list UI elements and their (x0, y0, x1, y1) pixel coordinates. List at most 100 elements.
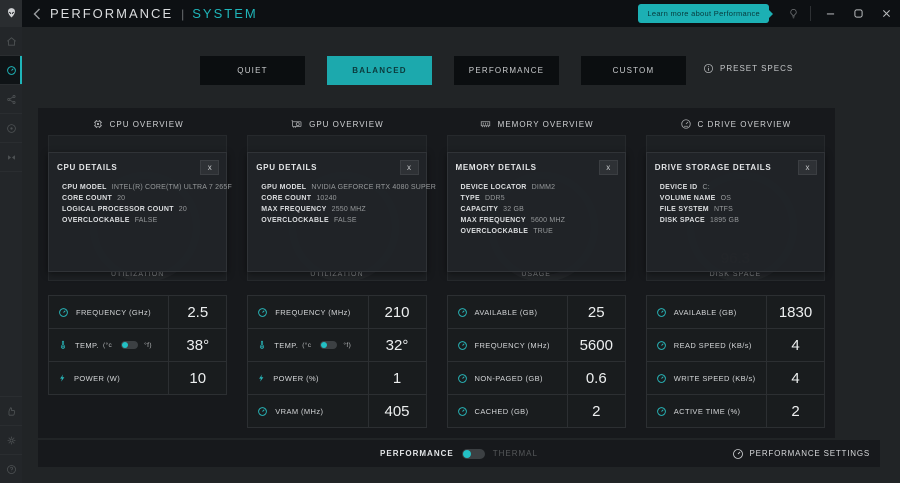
performance-settings-button[interactable]: PERFORMANCE SETTINGS (732, 440, 870, 467)
help-icon (6, 464, 17, 475)
detail-value: 20 (117, 195, 125, 202)
gear-icon (6, 435, 17, 446)
detail-label: FILE SYSTEM (660, 206, 709, 213)
gpu-column: GPU OVERVIEWUTILIZATIONGPU DETAILSxGPU M… (237, 108, 436, 438)
sidebar-item-fx[interactable] (0, 143, 22, 172)
detail-label: DEVICE ID (660, 184, 698, 191)
memory-details-close-button[interactable]: x (599, 160, 618, 175)
detail-label: CORE COUNT (261, 195, 311, 202)
tab-balanced[interactable]: BALANCED (327, 56, 432, 85)
page-title: PERFORMANCE (50, 6, 173, 21)
detail-value: 2550 MHZ (332, 206, 366, 213)
stat-label-text: FREQUENCY (MHz) (275, 308, 350, 317)
stat-row: CACHED (GB)2 (448, 394, 625, 427)
tab-quiet[interactable]: QUIET (200, 56, 305, 85)
memory-details-rows: DEVICE LOCATORDIMM2TYPEDDR5CAPACITY32 GB… (448, 178, 625, 237)
detail-label: VOLUME NAME (660, 195, 716, 202)
stat-row: TEMP.(°c°f)38° (49, 328, 226, 361)
stat-row: POWER (%)1 (248, 361, 425, 394)
stat-value-cell: 32° (368, 329, 426, 361)
gauge-icon (732, 448, 744, 460)
drive-details-title: DRIVE STORAGE DETAILS (655, 163, 772, 172)
stat-label-text: ACTIVE TIME (%) (674, 407, 741, 416)
gauge-icon (6, 65, 17, 76)
sidebar-item-gauge[interactable] (0, 56, 22, 85)
stat-label-cell: FREQUENCY (MHz) (248, 296, 367, 328)
gauge-icon (457, 307, 468, 318)
stat-row: FREQUENCY (MHz)210 (248, 296, 425, 328)
titlebar-right: Learn more about Performance (638, 0, 900, 27)
learn-more-callout[interactable]: Learn more about Performance (638, 4, 769, 23)
detail-row: CORE COUNT10240 (261, 193, 419, 204)
thermometer-icon (58, 339, 68, 351)
gauge-icon (656, 340, 667, 351)
tab-custom[interactable]: CUSTOM (581, 56, 686, 85)
sidebar-top (0, 27, 22, 172)
detail-label: DISK SPACE (660, 217, 705, 224)
detail-row: OVERCLOCKABLEFALSE (261, 215, 419, 226)
temp-unit-toggle[interactable] (320, 341, 337, 349)
preset-specs[interactable]: PRESET SPECS (703, 63, 793, 74)
app-window: { "colors": { "accent": "#1CA9AD", "teal… (0, 0, 900, 483)
sidebar-bottom (0, 396, 22, 483)
detail-row: VOLUME NAMEOS (660, 193, 818, 204)
sidebar-item-thumbs-up[interactable] (0, 396, 22, 425)
cpu-details-rows: CPU MODELINTEL(R) CORE(TM) ULTRA 7 265FC… (49, 178, 226, 226)
detail-label: GPU MODEL (261, 184, 306, 191)
stat-value-cell: 4 (766, 329, 824, 361)
detail-row: CPU MODELINTEL(R) CORE(TM) ULTRA 7 265F (62, 182, 220, 193)
stat-label-cell: WRITE SPEED (KB/s) (647, 362, 766, 394)
minimize-button[interactable] (816, 0, 844, 27)
maximize-button[interactable] (844, 0, 872, 27)
stat-value-cell: 4 (766, 362, 824, 394)
gauge-icon (257, 406, 268, 417)
cpu-overview-label: CPU OVERVIEW (110, 120, 184, 129)
gpu-details-close-button[interactable]: x (400, 160, 419, 175)
detail-row: OVERCLOCKABLETRUE (461, 226, 619, 237)
sidebar-item-home[interactable] (0, 27, 22, 56)
performance-settings-label: PERFORMANCE SETTINGS (750, 449, 870, 458)
detail-value: FALSE (135, 217, 158, 224)
cpu-details-close-button[interactable]: x (200, 160, 219, 175)
stat-label-text: WRITE SPEED (KB/s) (674, 374, 756, 383)
stat-label-text: FREQUENCY (GHz) (76, 308, 151, 317)
preset-specs-label: PRESET SPECS (720, 64, 793, 73)
stat-label-cell: TEMP.(°c°f) (248, 329, 367, 361)
app-logo[interactable] (0, 0, 22, 27)
tab-performance[interactable]: PERFORMANCE (454, 56, 559, 85)
stat-row: AVAILABLE (GB)25 (448, 296, 625, 328)
stat-value-cell: 2 (567, 395, 625, 427)
stat-label-cell: AVAILABLE (GB) (647, 296, 766, 328)
stat-row: VRAM (MHz)405 (248, 394, 425, 427)
lightbulb-icon[interactable] (781, 7, 805, 20)
stat-row: FREQUENCY (GHz)2.5 (49, 296, 226, 328)
detail-value: 1895 GB (710, 217, 739, 224)
detail-value: NVIDIA GEFORCE RTX 4080 SUPER (311, 184, 436, 191)
titlebar: PERFORMANCE | SYSTEM Learn more about Pe… (0, 0, 900, 27)
gpu-details-rows: GPU MODELNVIDIA GEFORCE RTX 4080 SUPERCO… (248, 178, 425, 226)
gauge-icon (656, 373, 667, 384)
detail-value: NTFS (714, 206, 733, 213)
detail-row: CAPACITY32 GB (461, 204, 619, 215)
close-button[interactable] (872, 0, 900, 27)
stat-row: ACTIVE TIME (%)2 (647, 394, 824, 427)
info-icon (703, 63, 714, 74)
home-icon (6, 36, 17, 47)
thermal-toggle-label: THERMAL (493, 449, 538, 458)
gauge-icon (457, 340, 468, 351)
sidebar-item-disc[interactable] (0, 114, 22, 143)
gpu-icon (290, 118, 303, 130)
memory-details-title: MEMORY DETAILS (456, 163, 537, 172)
page-subtitle: SYSTEM (192, 6, 257, 21)
drive-details-close-button[interactable]: x (798, 160, 817, 175)
temp-unit-celsius: (°c (302, 342, 311, 349)
stat-label-text: AVAILABLE (GB) (475, 308, 538, 317)
back-chevron-icon[interactable] (33, 8, 41, 20)
stat-label-text: POWER (%) (273, 374, 319, 383)
sidebar-item-help[interactable] (0, 454, 22, 483)
memory-metric-label: USAGE (448, 271, 625, 278)
sidebar-item-gear[interactable] (0, 425, 22, 454)
temp-unit-toggle[interactable] (121, 341, 138, 349)
sidebar-item-share[interactable] (0, 85, 22, 114)
performance-thermal-toggle[interactable] (462, 449, 485, 459)
